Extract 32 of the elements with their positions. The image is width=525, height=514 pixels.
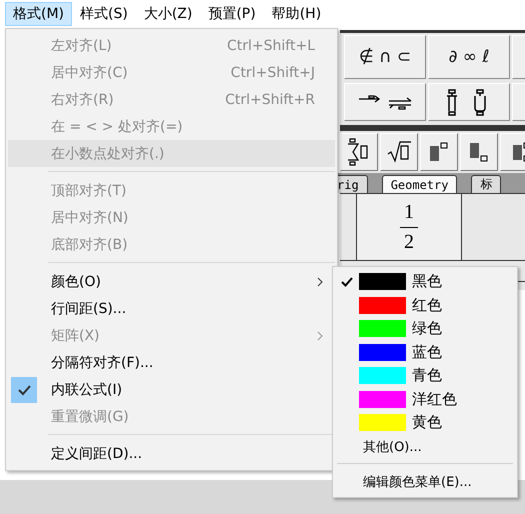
palette-tab[interactable]: 标 bbox=[471, 175, 502, 193]
palette-tab[interactable]: Geometry bbox=[382, 175, 458, 193]
color-menu-item[interactable]: 绿色 bbox=[335, 317, 515, 340]
root-template-icon bbox=[386, 140, 412, 164]
template-palette-button[interactable] bbox=[380, 133, 418, 171]
template-palette-button[interactable] bbox=[428, 83, 510, 121]
menu-item[interactable]: 编辑颜色菜单(E)... bbox=[335, 470, 515, 494]
symbol-palette-button[interactable]: ∉ ∩ ⊂ bbox=[344, 35, 426, 79]
color-menu-item[interactable]: 黄色 bbox=[335, 411, 515, 434]
template-palette-button[interactable] bbox=[420, 133, 458, 171]
color-menu-item[interactable]: 蓝色 bbox=[335, 340, 515, 364]
fraction-template-button[interactable]: 1 2 bbox=[357, 194, 461, 260]
menu-title[interactable]: 格式(M) bbox=[5, 2, 72, 26]
template-palette-button[interactable] bbox=[340, 133, 378, 171]
menu-item[interactable]: 其他(O)... bbox=[335, 434, 515, 458]
menu-item[interactable]: 内联公式(I) bbox=[8, 376, 335, 403]
menu-item[interactable]: 分隔符对齐(F)... bbox=[8, 349, 335, 376]
color-menu-item[interactable]: 洋红色 bbox=[335, 388, 515, 411]
menu-title[interactable]: 预置(P) bbox=[200, 2, 264, 26]
menu-title[interactable]: 样式(S) bbox=[72, 2, 136, 26]
symbol-palette-button[interactable]: ∂ ∞ ℓ bbox=[428, 35, 510, 79]
menu-item[interactable]: 颜色(O) bbox=[8, 268, 335, 295]
menu-item[interactable]: 行间距(S)... bbox=[8, 295, 335, 322]
checkmark-icon bbox=[11, 376, 37, 402]
menu-item[interactable]: 定义间距(D)... bbox=[8, 440, 335, 467]
arrow-palette-button[interactable] bbox=[344, 83, 426, 121]
color-menu-item[interactable]: 红色 bbox=[335, 294, 515, 317]
menu-title[interactable]: 帮助(H) bbox=[264, 2, 330, 26]
template-palette-button[interactable] bbox=[460, 133, 498, 171]
color-menu-item[interactable]: 青色 bbox=[335, 364, 515, 388]
menu-title[interactable]: 大小(Z) bbox=[136, 2, 200, 26]
color-menu-item[interactable]: 黑色 bbox=[335, 270, 515, 294]
